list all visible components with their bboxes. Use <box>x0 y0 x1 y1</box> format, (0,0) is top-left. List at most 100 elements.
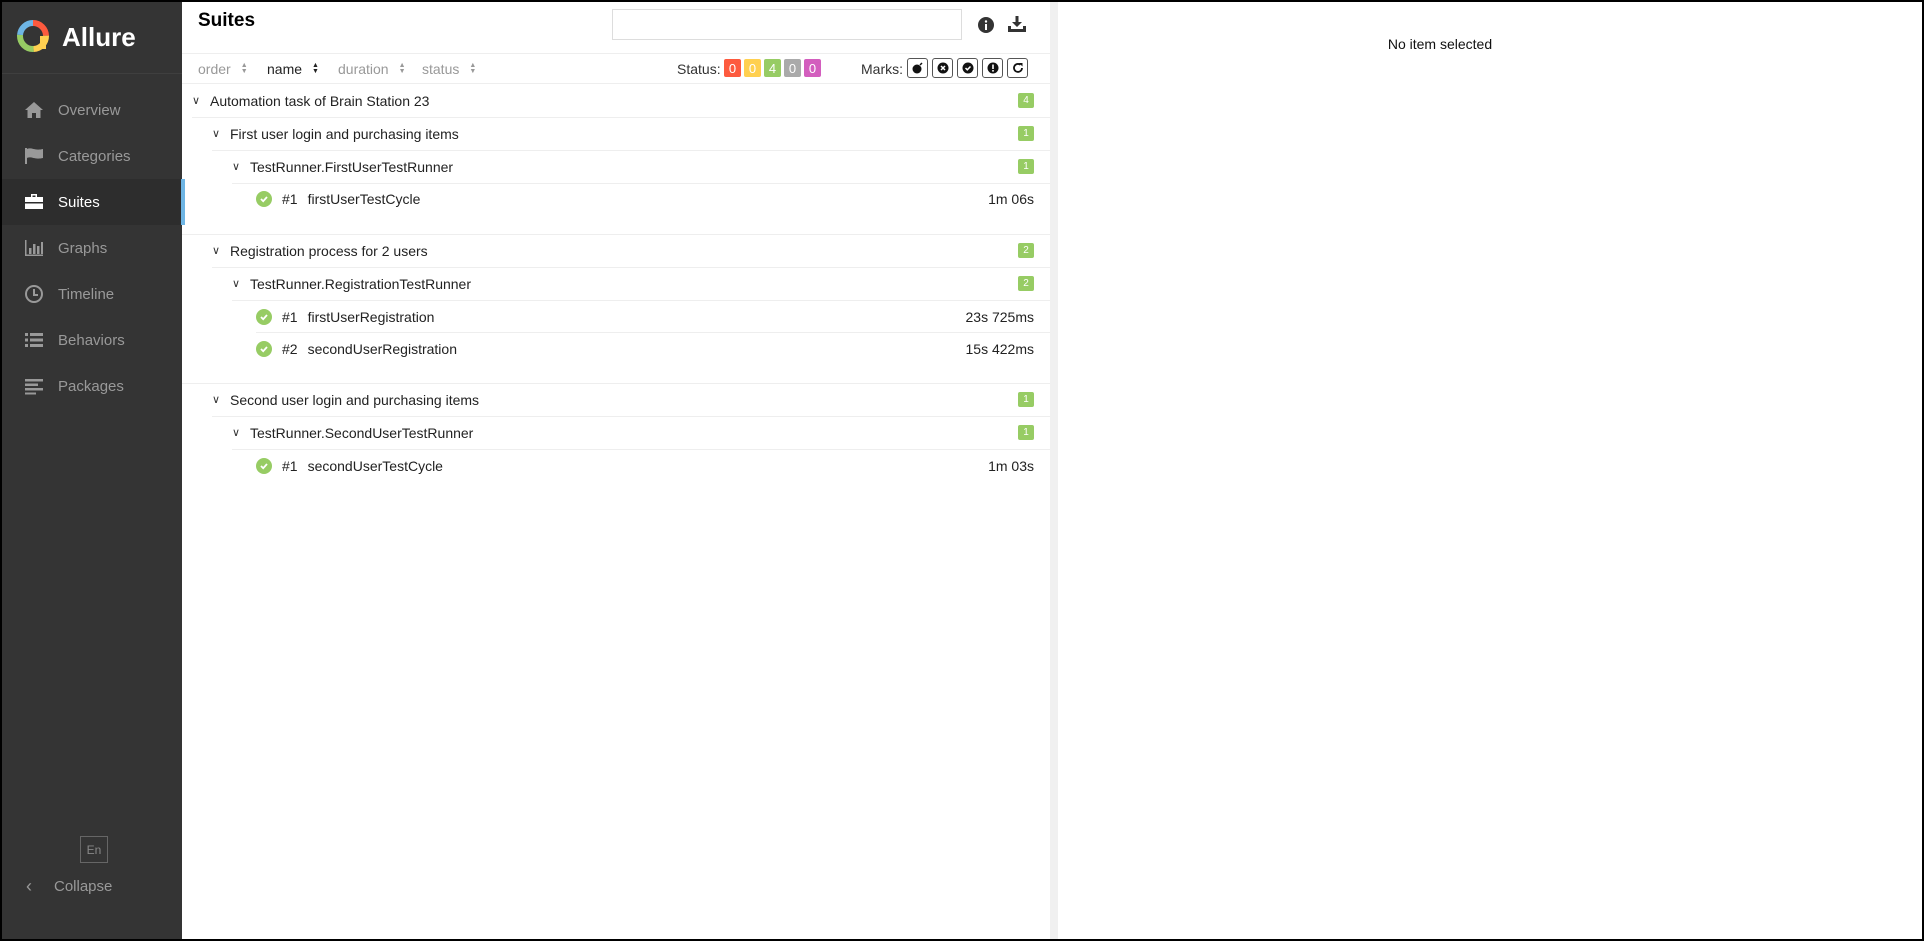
list-icon <box>22 330 46 350</box>
test-case-row[interactable]: #1 secondUserTestCycle 1m 03s <box>182 449 1050 482</box>
sidebar-item-label: Graphs <box>58 239 108 257</box>
status-filter-label: Status: <box>677 61 721 77</box>
test-number: #2 <box>282 340 298 357</box>
download-icon[interactable] <box>1008 16 1026 35</box>
group-name: Second user login and purchasing items <box>230 391 480 408</box>
times-circle-icon <box>937 62 948 74</box>
pane-splitter[interactable] <box>1050 2 1058 939</box>
chevron-down-icon: ∨ <box>232 278 241 290</box>
search-input[interactable] <box>612 9 962 40</box>
tree-group-suite[interactable]: ∨ First user login and purchasing items … <box>182 117 1050 150</box>
sort-label: order <box>198 61 231 77</box>
sort-by-status[interactable]: status ▲ ▼ <box>422 61 476 77</box>
sort-icon: ▲ ▼ <box>469 62 477 75</box>
sidebar-item-categories[interactable]: Categories <box>2 133 182 179</box>
tree-group-class[interactable]: ∨ TestRunner.FirstUserTestRunner 1 <box>182 150 1050 183</box>
tree-group-suite[interactable]: ∨ Registration process for 2 users 2 <box>182 234 1050 267</box>
group-name: First user login and purchasing items <box>230 125 459 142</box>
status-broken-toggle[interactable]: 0 <box>744 59 761 77</box>
sidebar-nav: Overview Categories Suites Graphs Timeli… <box>2 87 185 409</box>
collapse-button[interactable]: ‹ Collapse <box>26 876 112 897</box>
test-case-row[interactable]: #1 firstUserTestCycle 1m 06s <box>182 182 1050 215</box>
tree-group-class[interactable]: ∨ TestRunner.SecondUserTestRunner 1 <box>182 416 1050 449</box>
passed-status-icon <box>256 308 272 325</box>
flag-icon <box>22 146 46 166</box>
sort-by-name[interactable]: name ▲ ▼ <box>267 61 319 77</box>
sort-toolbar: order ▲ ▼ name ▲ ▼ duration ▲ ▼ status ▲ ▼ S… <box>182 54 1050 84</box>
count-badge: 4 <box>1018 93 1034 108</box>
tree-group-class[interactable]: ∨ TestRunner.RegistrationTestRunner 2 <box>182 267 1050 300</box>
chevron-down-icon: ∨ <box>212 128 221 140</box>
test-duration: 23s 725ms <box>965 308 1034 325</box>
sidebar-item-packages[interactable]: Packages <box>2 363 182 409</box>
sidebar-item-suites[interactable]: Suites <box>2 179 185 225</box>
test-duration: 15s 422ms <box>965 340 1034 357</box>
home-icon <box>22 100 46 120</box>
group-name: Registration process for 2 users <box>230 242 428 259</box>
briefcase-icon <box>22 192 46 212</box>
group-name: TestRunner.FirstUserTestRunner <box>250 158 454 175</box>
group-name: Automation task of Brain Station 23 <box>210 92 430 109</box>
new-passed-mark-toggle[interactable] <box>957 58 978 78</box>
test-duration: 1m 03s <box>988 457 1034 474</box>
group-name: TestRunner.RegistrationTestRunner <box>250 275 472 292</box>
test-name: secondUserTestCycle <box>307 457 443 474</box>
details-pane: No item selected <box>1058 2 1922 939</box>
sidebar-item-behaviors[interactable]: Behaviors <box>2 317 182 363</box>
bar-chart-icon <box>22 238 46 258</box>
count-badge: 1 <box>1018 159 1034 174</box>
tree-group-root[interactable]: ∨ Automation task of Brain Station 23 4 <box>182 84 1050 117</box>
sort-by-duration[interactable]: duration ▲ ▼ <box>338 61 406 77</box>
count-badge: 1 <box>1018 392 1034 407</box>
align-left-icon <box>22 376 46 396</box>
suites-pane: Suites order ▲ ▼ name ▲ ▼ duration ▲ ▼ s… <box>182 2 1050 939</box>
sidebar-item-timeline[interactable]: Timeline <box>2 271 182 317</box>
info-icon[interactable] <box>978 17 994 36</box>
exclamation-circle-icon <box>987 62 998 74</box>
app-name: Allure <box>62 22 136 52</box>
sort-by-order[interactable]: order ▲ ▼ <box>198 61 248 77</box>
sidebar-item-label: Packages <box>58 377 124 395</box>
chevron-down-icon: ∨ <box>192 95 201 107</box>
sidebar-item-label: Timeline <box>58 285 115 303</box>
page-title: Suites <box>198 10 256 31</box>
marks-filter <box>907 58 1028 78</box>
test-number: #1 <box>282 190 298 207</box>
retries-mark-toggle[interactable] <box>1007 58 1028 78</box>
chevron-down-icon: ∨ <box>232 427 241 439</box>
sidebar-item-graphs[interactable]: Graphs <box>2 225 182 271</box>
flaky-mark-toggle[interactable] <box>907 58 928 78</box>
status-unknown-toggle[interactable]: 0 <box>804 59 821 77</box>
sidebar-item-overview[interactable]: Overview <box>2 87 182 133</box>
tree-group-suite[interactable]: ∨ Second user login and purchasing items… <box>182 383 1050 416</box>
test-case-row[interactable]: #2 secondUserRegistration 15s 422ms <box>182 332 1050 365</box>
sort-label: status <box>422 61 460 77</box>
brand[interactable]: Allure <box>2 2 182 74</box>
test-case-row[interactable]: #1 firstUserRegistration 23s 725ms <box>182 300 1050 333</box>
passed-status-icon <box>256 190 272 207</box>
count-badge: 1 <box>1018 425 1034 440</box>
allure-report-window: Allure Overview Categories Suites Graphs… <box>0 0 1924 941</box>
status-failed-toggle[interactable]: 0 <box>724 59 741 77</box>
chevron-down-icon: ∨ <box>212 394 221 406</box>
bomb-icon <box>912 62 923 74</box>
status-passed-toggle[interactable]: 4 <box>764 59 781 77</box>
chevron-left-icon: ‹ <box>26 876 32 896</box>
allure-logo-icon <box>16 19 50 56</box>
sort-label: name <box>267 61 303 77</box>
test-name: firstUserRegistration <box>307 308 435 325</box>
pane-header: Suites <box>182 2 1050 54</box>
count-badge: 1 <box>1018 126 1034 141</box>
sidebar-item-label: Overview <box>58 101 121 119</box>
collapse-label: Collapse <box>54 878 113 895</box>
empty-state-text: No item selected <box>1387 36 1493 52</box>
new-broken-mark-toggle[interactable] <box>982 58 1003 78</box>
refresh-icon <box>1012 63 1023 73</box>
status-skipped-toggle[interactable]: 0 <box>784 59 801 77</box>
new-failed-mark-toggle[interactable] <box>932 58 953 78</box>
language-button[interactable]: En <box>80 836 108 863</box>
passed-status-icon <box>256 340 272 357</box>
marks-filter-label: Marks: <box>861 61 903 77</box>
sort-icon: ▲ ▼ <box>312 62 319 75</box>
count-badge: 2 <box>1018 243 1034 258</box>
